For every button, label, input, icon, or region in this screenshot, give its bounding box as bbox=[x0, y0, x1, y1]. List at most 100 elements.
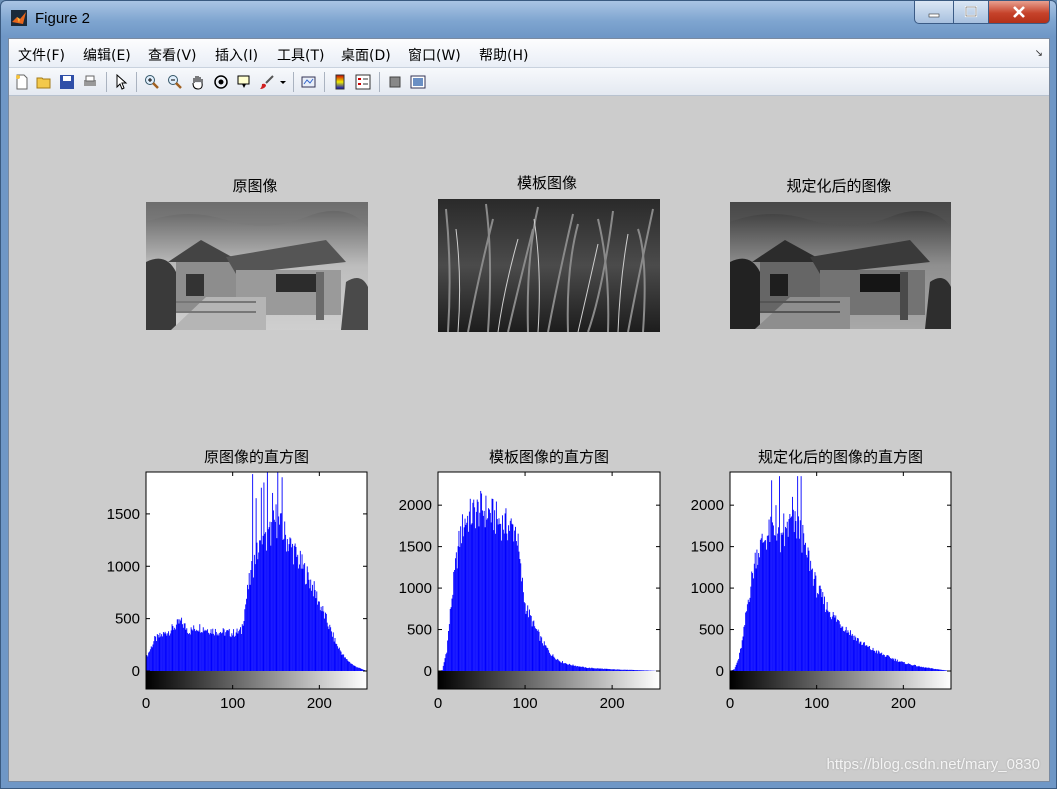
histogram-bar bbox=[600, 668, 602, 671]
histogram-bar bbox=[299, 550, 301, 671]
histogram-bar bbox=[474, 507, 476, 671]
histogram-bar bbox=[582, 666, 584, 671]
histogram-bar bbox=[922, 666, 924, 671]
histogram-bar bbox=[752, 573, 754, 671]
menu-tools[interactable]: 工具(T) bbox=[277, 45, 324, 65]
histogram-bar bbox=[886, 655, 888, 671]
histogram-bar bbox=[565, 663, 567, 671]
histogram-bar bbox=[542, 643, 543, 671]
histogram-bar bbox=[199, 624, 201, 671]
histogram-bar bbox=[360, 668, 362, 671]
histogram-bar bbox=[530, 615, 532, 671]
histogram-bar bbox=[874, 650, 876, 671]
histogram-bar bbox=[620, 669, 622, 671]
histogram-bar bbox=[357, 667, 358, 671]
histogram-bar bbox=[444, 658, 446, 671]
histogram-bar bbox=[742, 636, 744, 671]
histogram-bar bbox=[198, 631, 200, 671]
maximize-button[interactable] bbox=[954, 1, 989, 24]
histogram-bar bbox=[346, 659, 348, 671]
maximize-icon bbox=[964, 6, 978, 18]
rotate-3d-icon[interactable] bbox=[212, 73, 230, 91]
histogram-bar bbox=[217, 633, 219, 671]
histogram-bar bbox=[929, 668, 931, 671]
histogram-bar bbox=[618, 669, 620, 671]
histogram-bar bbox=[824, 612, 826, 671]
save-icon[interactable] bbox=[58, 73, 76, 91]
histogram-bar bbox=[297, 554, 299, 671]
insert-colorbar-icon[interactable] bbox=[331, 73, 349, 91]
histogram-bar bbox=[898, 661, 900, 671]
histogram-bar bbox=[623, 669, 624, 671]
histogram-bar bbox=[463, 527, 465, 671]
histogram-bar bbox=[794, 511, 796, 671]
histogram-bar bbox=[609, 669, 611, 671]
print-icon[interactable] bbox=[81, 73, 99, 91]
histogram-bar bbox=[868, 646, 870, 671]
open-file-icon[interactable] bbox=[35, 73, 53, 91]
histogram-bar bbox=[911, 665, 913, 671]
hide-plot-tools-icon[interactable] bbox=[386, 73, 404, 91]
brush-icon[interactable] bbox=[258, 73, 276, 91]
menu-view[interactable]: 查看(V) bbox=[148, 45, 197, 65]
histogram-bar bbox=[484, 527, 486, 671]
histogram-bar bbox=[161, 634, 163, 671]
close-button[interactable] bbox=[989, 1, 1050, 24]
histogram-bar bbox=[246, 598, 248, 671]
histogram-bar bbox=[334, 637, 336, 671]
menu-edit[interactable]: 编辑(E) bbox=[83, 45, 131, 65]
histogram-bar bbox=[645, 670, 647, 671]
menu-help[interactable]: 帮助(H) bbox=[479, 45, 528, 65]
histogram-bar bbox=[156, 641, 157, 671]
histogram-bar bbox=[614, 669, 616, 671]
histogram-bar bbox=[873, 650, 875, 671]
minimize-button[interactable] bbox=[914, 1, 954, 24]
histogram-bar bbox=[540, 636, 542, 671]
histogram-bar bbox=[634, 670, 636, 671]
zoom-in-icon[interactable] bbox=[143, 73, 161, 91]
histogram-bar bbox=[811, 569, 812, 671]
insert-legend-icon[interactable] bbox=[354, 73, 372, 91]
histogram-bar bbox=[515, 526, 516, 671]
dock-arrow-icon[interactable]: ↘ bbox=[1035, 48, 1043, 59]
histogram-bar bbox=[186, 628, 188, 671]
histogram-bar bbox=[211, 633, 213, 671]
new-figure-icon[interactable] bbox=[13, 73, 31, 91]
histogram-bar bbox=[522, 592, 524, 671]
histogram-bar bbox=[877, 650, 879, 671]
histogram-bar bbox=[509, 520, 511, 671]
zoom-out-icon[interactable] bbox=[166, 73, 184, 91]
pan-hand-icon[interactable] bbox=[189, 73, 207, 91]
histogram-bar bbox=[893, 658, 895, 671]
histogram-bar bbox=[250, 569, 252, 671]
histogram-bar bbox=[162, 636, 163, 671]
menu-insert[interactable]: 插入(I) bbox=[215, 45, 258, 65]
histogram-bar bbox=[593, 668, 595, 671]
link-plot-icon[interactable] bbox=[300, 73, 318, 91]
grayscale-ramp bbox=[438, 671, 660, 689]
title-bar[interactable]: Figure 2 bbox=[1, 1, 1056, 37]
histogram-bar bbox=[606, 668, 608, 671]
menu-desktop[interactable]: 桌面(D) bbox=[341, 45, 391, 65]
histogram-bar bbox=[446, 652, 448, 671]
edit-plot-arrow-icon[interactable] bbox=[112, 73, 130, 91]
histogram-bar bbox=[916, 666, 918, 671]
menu-window[interactable]: 窗口(W) bbox=[408, 45, 461, 65]
histogram-bar bbox=[335, 643, 337, 671]
histogram-bar bbox=[320, 606, 322, 671]
menu-file[interactable]: 文件(F) bbox=[18, 45, 65, 65]
brush-dropdown-icon[interactable] bbox=[278, 73, 288, 91]
histogram-bar bbox=[300, 568, 302, 671]
histogram-bar bbox=[341, 654, 343, 671]
histogram-bar bbox=[569, 664, 571, 671]
histogram-bar bbox=[502, 529, 504, 671]
histogram-bar bbox=[933, 668, 935, 671]
histogram-bar bbox=[292, 564, 294, 671]
histogram-bar bbox=[172, 626, 174, 671]
data-cursor-icon[interactable] bbox=[235, 73, 253, 91]
histogram-bar bbox=[610, 669, 612, 671]
histogram-bar bbox=[201, 632, 202, 671]
show-plot-tools-icon[interactable] bbox=[409, 73, 427, 91]
histogram-bar bbox=[458, 530, 460, 671]
histogram-bar bbox=[496, 518, 498, 671]
